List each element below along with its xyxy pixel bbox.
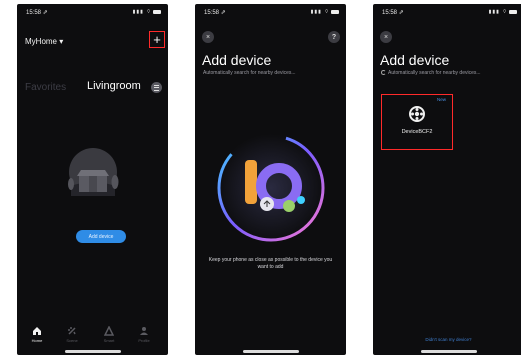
- home-indicator: [421, 350, 477, 353]
- battery-icon: [331, 9, 339, 14]
- menu-lines-icon: [154, 84, 159, 91]
- nav-scene[interactable]: Scene: [62, 326, 82, 343]
- close-icon: ×: [383, 33, 389, 41]
- status-indicators: ▮▮▮ ⌔: [489, 9, 517, 15]
- close-button[interactable]: ×: [380, 31, 392, 43]
- phone-screen-searching: 15:58 ⇗ ▮▮▮ ⌔ × ? Add device Automatical…: [195, 4, 346, 355]
- help-button[interactable]: ?: [328, 31, 340, 43]
- status-indicators: ▮▮▮ ⌔: [133, 9, 161, 15]
- page-subtitle: Automatically search for nearby devices.…: [203, 70, 296, 76]
- device-name: DeviceBCF2: [401, 129, 433, 135]
- didnt-scan-link[interactable]: Didn't scan my device?: [403, 337, 494, 342]
- home-icon: [33, 327, 41, 335]
- page-subtitle: Automatically search for nearby devices.…: [381, 70, 481, 76]
- plus-icon: +: [153, 31, 161, 47]
- spinner-icon: [381, 70, 386, 76]
- search-radar-illustration: [217, 134, 325, 242]
- status-time: 15:58 ⇗: [382, 10, 404, 16]
- scene-icon: [68, 327, 76, 335]
- nav-smart[interactable]: Smart: [99, 326, 119, 343]
- home-indicator: [243, 350, 299, 353]
- tab-livingroom[interactable]: Livingroom: [87, 80, 141, 92]
- status-time: 15:58 ⇗: [26, 10, 48, 16]
- help-icon: ?: [331, 33, 337, 41]
- home-selector[interactable]: MyHome ▾: [25, 37, 63, 46]
- status-bar: 15:58 ⇗ ▮▮▮ ⌔: [204, 9, 339, 19]
- phone-screen-home: 15:58 ⇗ ▮▮▮ ⌔ MyHome ▾ + Favorites Livin…: [17, 4, 168, 355]
- tab-favorites[interactable]: Favorites: [25, 82, 66, 93]
- close-button[interactable]: ×: [202, 31, 214, 43]
- battery-icon: [509, 9, 517, 14]
- home-indicator: [65, 350, 121, 353]
- new-badge: New: [436, 97, 446, 102]
- empty-room-illustration: [68, 148, 119, 196]
- device-card[interactable]: New DeviceBCF2: [381, 94, 453, 150]
- device-icon: [409, 106, 425, 122]
- nav-home[interactable]: Home: [27, 326, 47, 343]
- status-bar: 15:58 ⇗ ▮▮▮ ⌔: [26, 9, 161, 19]
- room-menu-button[interactable]: [151, 82, 162, 93]
- page-title: Add device: [380, 52, 450, 68]
- profile-icon: [140, 327, 148, 335]
- battery-icon: [153, 9, 161, 14]
- smart-icon: [104, 326, 114, 336]
- nav-profile[interactable]: Profile: [134, 326, 154, 343]
- phone-screen-found: 15:58 ⇗ ▮▮▮ ⌔ × Add device Automatically…: [373, 4, 521, 355]
- instruction-text: Keep your phone as close as possible to …: [208, 257, 333, 270]
- status-indicators: ▮▮▮ ⌔: [311, 9, 339, 15]
- bottom-navigation: Home Scene Smart Profile: [17, 326, 168, 350]
- add-button[interactable]: +: [149, 31, 165, 48]
- page-title: Add device: [202, 52, 272, 68]
- status-time: 15:58 ⇗: [204, 10, 226, 16]
- status-bar: 15:58 ⇗ ▮▮▮ ⌔: [382, 9, 517, 19]
- close-icon: ×: [205, 33, 211, 41]
- add-device-button[interactable]: Add device: [76, 230, 126, 243]
